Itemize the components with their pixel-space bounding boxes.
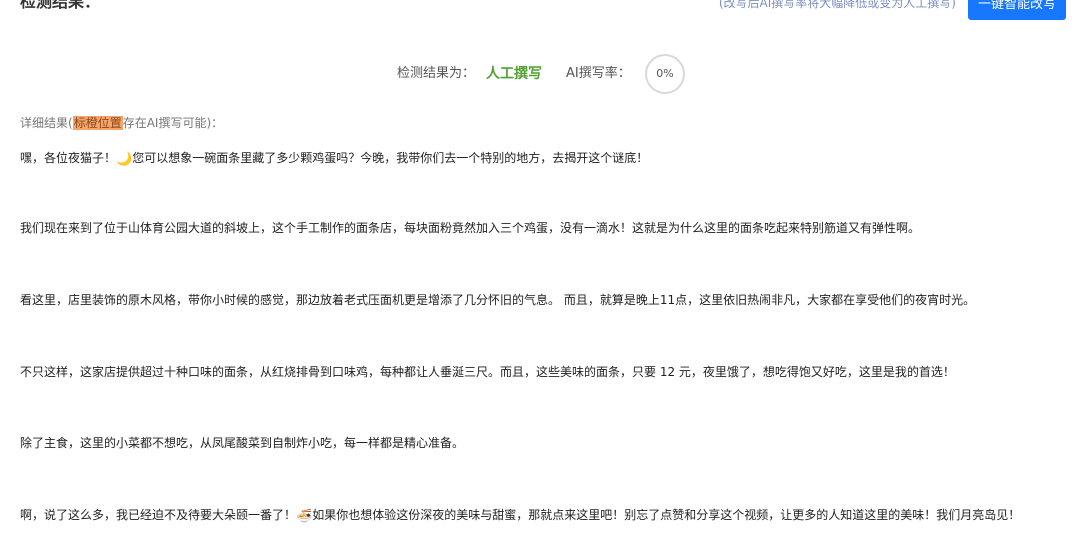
paragraph-6-text-b: 如果你也想体验这份深夜的美味与甜蜜，那就点来这里吧！别忘了点赞和分享这个视频，让…	[312, 508, 1021, 522]
noodle-bowl-icon: 🍜	[296, 509, 313, 524]
detail-suffix: 存在AI撰写可能)：	[122, 116, 224, 130]
paragraph-2: 我们现在来到了位于山体育公园大道的斜坡上，这个手工制作的面条店，每块面粉竟然加入…	[20, 221, 921, 235]
result-label: 检测结果为：	[397, 66, 476, 81]
rewrite-hint: (改写后AI撰写率将大幅降低或变为人工撰写)	[718, 0, 956, 10]
highlight-legend: 标橙位置	[72, 116, 123, 130]
paragraph-4: 不只这样，这家店提供超过十种口味的面条，从红烧排骨到口味鸡，每种都让人垂涎三尺。…	[20, 365, 955, 379]
ai-rate-gauge: 0%	[645, 54, 685, 94]
paragraph-6-text-a: 啊，说了这么多，我已经迫不及待要大朵颐一番了！	[20, 508, 297, 522]
smart-rewrite-button[interactable]: 一键智能改写	[968, 0, 1066, 20]
paragraph-5: 除了主食，这里的小菜都不想吃，从凤尾酸菜到自制炸小吃，每一样都是精心准备。	[20, 436, 465, 450]
ai-rate-label: AI撰写率：	[566, 66, 631, 81]
ai-rate-value: 0%	[656, 67, 674, 80]
paragraph-6: 啊，说了这么多，我已经迫不及待要大朵颐一番了！🍜如果你也想体验这份深夜的美味与甜…	[20, 505, 1070, 526]
paragraph-1-text-a: 嘿，各位夜猫子！	[20, 151, 117, 165]
section-title: 检测结果：	[20, 0, 101, 11]
detection-summary: 检测结果为： 人工撰写 AI撰写率： 0%	[0, 54, 1080, 94]
paragraph-1-text-b: 您可以想象一碗面条里藏了多少颗鸡蛋吗？今晚，我带你们去一个特别的地方，去揭开这个…	[132, 151, 649, 165]
paragraph-1: 嘿，各位夜猫子！🌙您可以想象一碗面条里藏了多少颗鸡蛋吗？今晚，我带你们去一个特别…	[20, 148, 1070, 169]
detail-legend: 详细结果(标橙位置存在AI撰写可能)：	[20, 114, 223, 132]
detection-result-page: 检测结果： (改写后AI撰写率将大幅降低或变为人工撰写) 一键智能改写 检测结果…	[0, 0, 1080, 553]
paragraph-3: 看这里，店里装饰的原木风格，带你小时候的感觉，那边放着老式压面机更是增添了几分怀…	[20, 293, 976, 307]
detail-prefix: 详细结果(	[20, 116, 73, 130]
crescent-moon-icon: 🌙	[116, 152, 133, 167]
result-value: 人工撰写	[486, 66, 542, 82]
